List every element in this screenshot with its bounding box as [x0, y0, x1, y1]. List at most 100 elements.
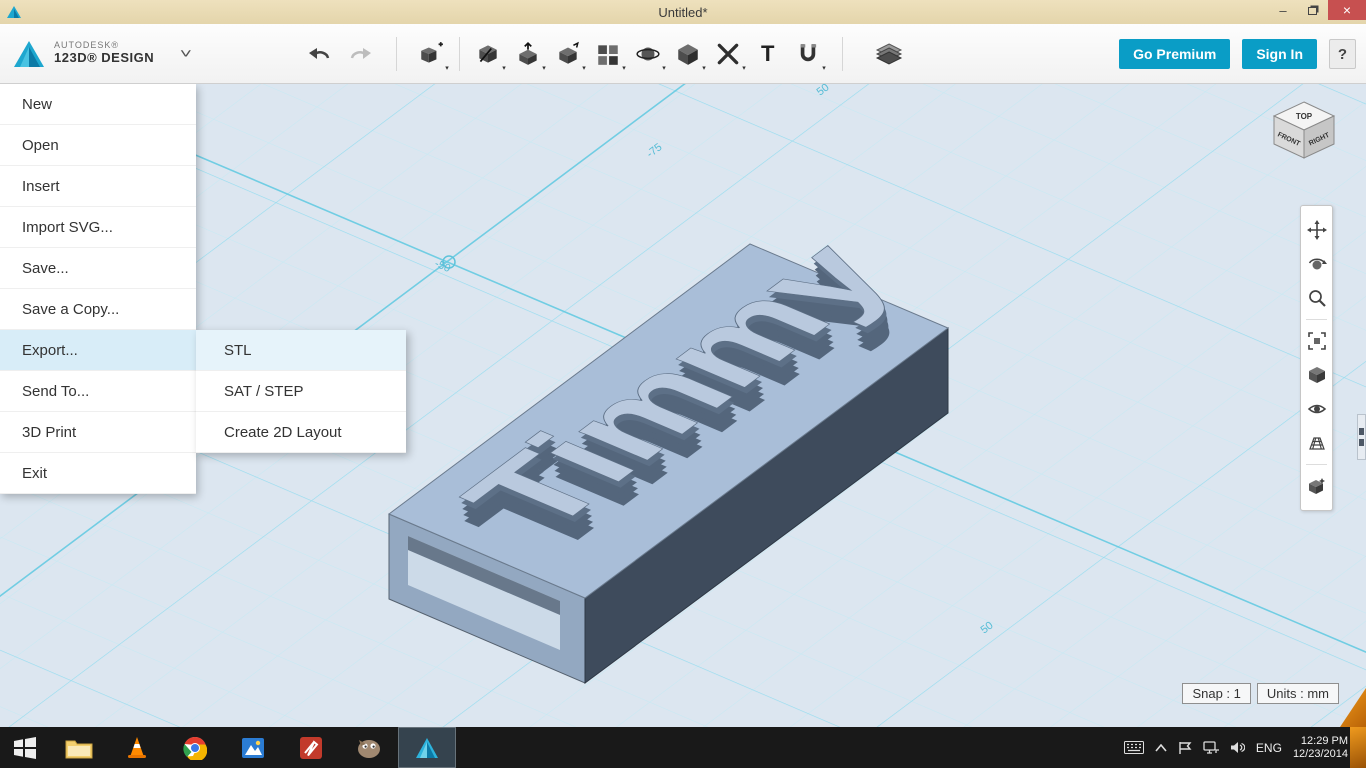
orbit-button[interactable] — [1304, 251, 1330, 277]
submenu-item-create-2d-layout[interactable]: Create 2D Layout — [196, 412, 406, 453]
viewcube-top-label[interactable]: TOP — [1296, 112, 1313, 121]
123d-taskbar-icon — [416, 737, 438, 758]
menu-item-import-svg[interactable]: Import SVG... — [0, 207, 196, 248]
photo-viewer-icon — [242, 737, 264, 758]
undo-button[interactable] — [300, 32, 340, 76]
menu-chevron-icon[interactable]: ˅ — [180, 46, 192, 61]
123d-logo-icon — [14, 40, 44, 67]
menu-item-send-to[interactable]: Send To... — [0, 371, 196, 412]
taskbar-gimp[interactable] — [340, 727, 398, 768]
status-boxes: Snap : 1 Units : mm — [1182, 683, 1339, 704]
taskbar-vlc[interactable] — [108, 727, 166, 768]
primitives-icon — [420, 41, 443, 63]
construct-button[interactable]: ▾ — [508, 32, 548, 76]
zoom-icon — [1308, 290, 1326, 307]
menu-item-3d-print[interactable]: 3D Print — [0, 412, 196, 453]
material-icon — [1308, 478, 1325, 494]
eye-icon — [1307, 404, 1326, 414]
minimize-button[interactable]: – — [1268, 0, 1298, 20]
zoom-extents-icon — [1307, 332, 1326, 350]
action-center-button[interactable] — [1178, 741, 1192, 755]
materials-icon — [875, 42, 902, 65]
toolbar-separator — [458, 36, 460, 71]
pan-button[interactable] — [1304, 217, 1330, 243]
brand: AUTODESK® 123D® DESIGN — [12, 38, 154, 70]
volume-button[interactable] — [1230, 741, 1245, 754]
touch-keyboard-button[interactable] — [1123, 741, 1144, 754]
toolbar-separator — [841, 36, 843, 71]
pattern-button[interactable]: ▾ — [588, 32, 628, 76]
close-button[interactable]: × — [1328, 0, 1366, 20]
construct-icon — [519, 41, 537, 65]
help-button[interactable]: ? — [1329, 39, 1356, 69]
windows-logo-icon — [14, 736, 36, 759]
sign-in-button[interactable]: Sign In — [1242, 39, 1317, 69]
go-premium-button[interactable]: Go Premium — [1119, 39, 1231, 69]
primitives-button[interactable]: ▾ — [411, 32, 451, 76]
material-button[interactable] — [1304, 473, 1330, 499]
undo-icon — [308, 47, 329, 59]
snap-setting[interactable]: Snap : 1 — [1182, 683, 1251, 704]
menu-item-save-a-copy[interactable]: Save a Copy... — [0, 289, 196, 330]
grouping-button[interactable]: ▾ — [628, 32, 668, 76]
pan-icon — [1306, 220, 1327, 240]
sketch-button[interactable]: ▾ — [468, 32, 508, 76]
submenu-item-sat-step[interactable]: SAT / STEP — [196, 371, 406, 412]
tray-overflow-button[interactable] — [1155, 743, 1167, 752]
grouping-icon — [636, 47, 660, 60]
menu-item-new[interactable]: New — [0, 84, 196, 125]
flag-icon — [1179, 741, 1192, 754]
chrome-icon — [183, 736, 207, 760]
taskbar-photo-viewer[interactable] — [224, 727, 282, 768]
orbit-icon — [1308, 258, 1327, 270]
text-tool-icon: T — [760, 40, 775, 66]
taskbar-file-explorer[interactable] — [50, 727, 108, 768]
start-button[interactable] — [0, 727, 50, 768]
measure-button[interactable]: ▾ — [708, 32, 748, 76]
combine-button[interactable]: ▾ — [668, 32, 708, 76]
visibility-button[interactable] — [1304, 396, 1330, 422]
show-desktop-wallpaper-strip[interactable] — [1350, 727, 1366, 768]
3d-viewport[interactable]: 50 -75 -50 50 Timmy Timmy Timmy Timmy Ti… — [0, 84, 1366, 727]
menu-item-export[interactable]: Export... — [0, 330, 196, 371]
grid-toggle-button[interactable] — [1304, 430, 1330, 456]
view-mode-icon — [1308, 367, 1325, 383]
snap-button[interactable]: ▾ — [788, 32, 828, 76]
taskbar: ENG 12:29 PM 12/23/2014 — [0, 727, 1366, 768]
materials-button[interactable] — [869, 32, 909, 76]
menu-item-save[interactable]: Save... — [0, 248, 196, 289]
zoom-button[interactable] — [1304, 285, 1330, 311]
language-indicator[interactable]: ENG — [1256, 741, 1282, 755]
tray-time: 12:29 PM — [1300, 734, 1348, 747]
pattern-icon — [597, 44, 618, 65]
taskbar-chrome[interactable] — [166, 727, 224, 768]
file-explorer-icon — [65, 740, 93, 758]
chevron-up-icon — [1155, 743, 1167, 752]
modify-button[interactable]: ▾ — [548, 32, 588, 76]
taskbar-123d-design[interactable] — [398, 727, 456, 768]
view-cube[interactable]: TOP FRONT RIGHT — [1268, 96, 1340, 168]
menu-item-insert[interactable]: Insert — [0, 166, 196, 207]
redo-button[interactable] — [340, 32, 380, 76]
menu-item-exit[interactable]: Exit — [0, 453, 196, 494]
view-mode-button[interactable] — [1304, 362, 1330, 388]
text-tool-button[interactable]: T — [748, 32, 788, 76]
submenu-item-stl[interactable]: STL — [196, 330, 406, 371]
modify-icon — [559, 41, 579, 64]
main-toolbar: AUTODESK® 123D® DESIGN ˅ ▾ ▾ ▾ ▾ ▾ ▾ ▾ ▾… — [0, 24, 1366, 84]
combine-icon — [677, 43, 698, 65]
menu-item-open[interactable]: Open — [0, 125, 196, 166]
window-title: Untitled* — [658, 4, 708, 20]
titlebar[interactable]: Untitled* – × — [0, 0, 1366, 24]
red-app-icon — [300, 736, 322, 759]
restore-button[interactable] — [1298, 0, 1328, 20]
speaker-icon — [1230, 742, 1245, 753]
zoom-extents-button[interactable] — [1304, 328, 1330, 354]
panel-collapse-tab[interactable] — [1357, 414, 1366, 460]
network-button[interactable] — [1203, 741, 1219, 754]
clock[interactable]: 12:29 PM 12/23/2014 — [1293, 735, 1348, 761]
units-setting[interactable]: Units : mm — [1256, 683, 1339, 704]
toolbar-separator — [395, 36, 397, 71]
tool-group: ▾ ▾ ▾ ▾ ▾ ▾ ▾ T ▾ — [468, 32, 828, 76]
taskbar-red-app[interactable] — [282, 727, 340, 768]
